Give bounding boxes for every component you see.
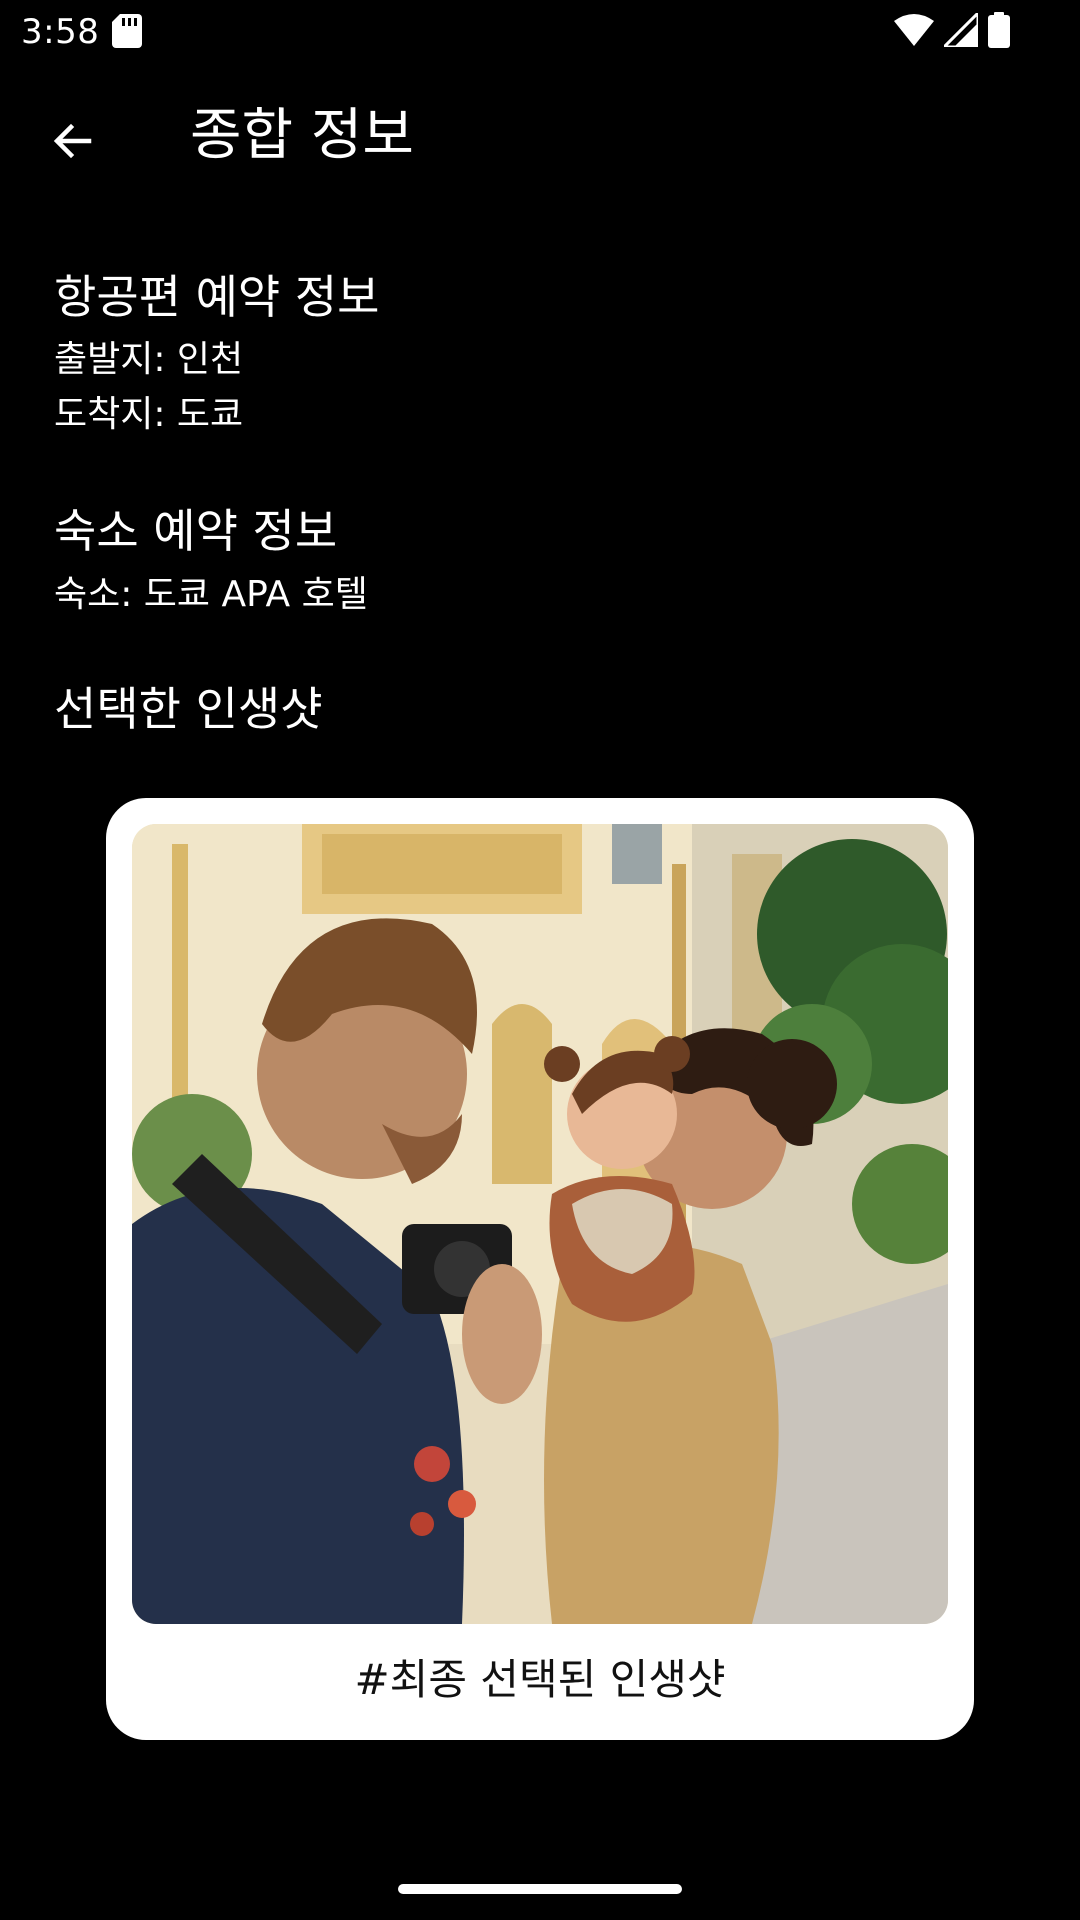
selected-photo[interactable] xyxy=(132,824,948,1624)
photo-section-title: 선택한 인생샷 xyxy=(54,682,323,736)
flight-departure: 출발지: 인천 xyxy=(54,339,244,380)
page-title: 종합 정보 xyxy=(190,103,414,168)
status-time: 3:58 xyxy=(21,12,100,52)
battery-icon xyxy=(988,12,1010,52)
arrow-back-icon xyxy=(53,123,92,159)
accommodation-section-title: 숙소 예약 정보 xyxy=(54,504,338,558)
flight-section-title: 항공편 예약 정보 xyxy=(54,270,380,324)
status-icons xyxy=(894,9,1010,52)
gesture-nav-handle[interactable] xyxy=(398,1884,682,1894)
photo-card[interactable]: #최종 선택된 인생샷 xyxy=(106,798,974,1740)
wifi-icon xyxy=(894,13,934,51)
photo-caption: #최종 선택된 인생샷 xyxy=(354,1655,726,1704)
back-button[interactable] xyxy=(30,98,116,184)
flight-arrival: 도착지: 도쿄 xyxy=(54,394,244,435)
accommodation-hotel: 숙소: 도쿄 APA 호텔 xyxy=(54,574,368,615)
sd-card-icon xyxy=(112,14,142,48)
cellular-signal-icon xyxy=(940,9,980,51)
status-bar: 3:58 xyxy=(0,0,1080,64)
app-bar: 종합 정보 xyxy=(0,70,1080,200)
